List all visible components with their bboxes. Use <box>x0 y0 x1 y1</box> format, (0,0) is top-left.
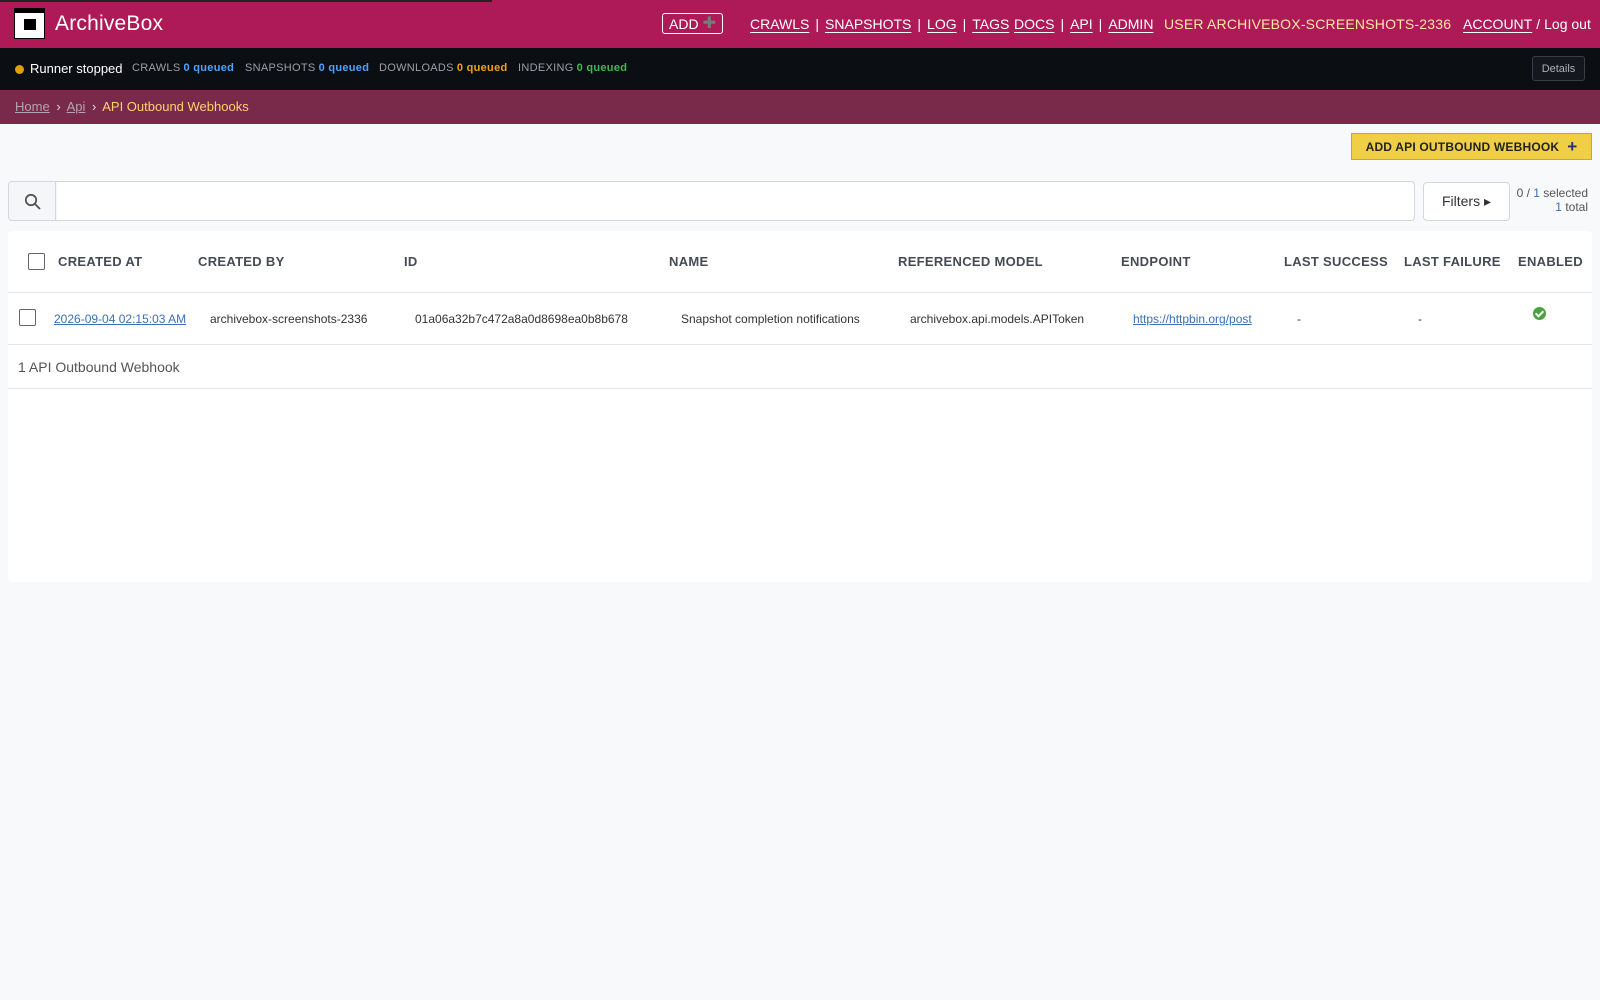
column-created-at[interactable]: CREATED AT <box>58 254 142 269</box>
queue-crawls: CRAWLS 0 queued <box>132 62 235 74</box>
table-header: CREATED AT CREATED BY ID NAME REFERENCED… <box>8 231 1592 293</box>
brand-name: ArchiveBox <box>55 11 164 35</box>
filters-button[interactable]: Filters ▸ <box>1423 182 1510 221</box>
breadcrumb-separator: › <box>91 99 97 114</box>
nav-separator: | <box>917 16 922 32</box>
add-button[interactable]: ADD ✚ <box>662 13 723 34</box>
cell-name: Snapshot completion notifications <box>681 312 860 326</box>
account-link[interactable]: ACCOUNT <box>1463 16 1532 32</box>
breadcrumb-current: API Outbound Webhooks <box>102 99 249 114</box>
add-button-label: ADD <box>669 15 699 32</box>
column-id[interactable]: ID <box>404 254 418 269</box>
docs-nav: DOCS | API | ADMIN <box>1014 0 1153 48</box>
queue-downloads: DOWNLOADS 0 queued <box>379 62 508 74</box>
breadcrumb: Home › Api › API Outbound Webhooks <box>0 90 1600 124</box>
results-panel: CREATED AT CREATED BY ID NAME REFERENCED… <box>8 231 1592 582</box>
nav-api[interactable]: API <box>1070 16 1093 32</box>
cell-created-at: 2026-09-04 02:15:03 AM <box>54 312 186 326</box>
column-referenced-model[interactable]: REFERENCED MODEL <box>898 254 1043 269</box>
account-separator: / <box>1536 16 1541 32</box>
nav-separator: | <box>962 16 967 32</box>
cell-id: 01a06a32b7c472a8a0d8698ea0b8b678 <box>415 312 628 326</box>
user-label: USER ARCHIVEBOX-SCREENSHOTS-2336 <box>1164 16 1452 32</box>
plus-icon: + <box>1567 137 1578 156</box>
row-checkbox[interactable] <box>19 309 36 326</box>
details-button[interactable]: Details <box>1532 56 1585 81</box>
result-count: 1 API Outbound Webhook <box>8 345 1592 389</box>
nav-separator: | <box>1060 16 1065 32</box>
nav-docs[interactable]: DOCS <box>1014 16 1054 32</box>
top-header: ArchiveBox ADD ✚ CRAWLS | SNAPSHOTS | LOG |… <box>0 0 1600 48</box>
brand-link[interactable]: ArchiveBox <box>14 8 163 39</box>
created-at-link[interactable]: 2026-09-04 02:15:03 AM <box>54 312 186 326</box>
archivebox-logo-icon <box>14 8 45 39</box>
column-enabled[interactable]: ENABLED <box>1518 254 1583 269</box>
nav-separator: | <box>1098 16 1103 32</box>
breadcrumb-separator: › <box>56 99 61 114</box>
nav-separator: | <box>815 16 820 32</box>
breadcrumb-api[interactable]: Api <box>67 99 86 114</box>
table-row[interactable]: 2026-09-04 02:15:03 AM archivebox-screen… <box>8 293 1592 345</box>
selected-count-link[interactable]: 1 <box>1533 186 1540 200</box>
endpoint-link[interactable]: https://httpbin.org/post <box>1133 312 1252 326</box>
total-count-link[interactable]: 1 <box>1555 200 1562 214</box>
column-endpoint[interactable]: ENDPOINT <box>1121 254 1191 269</box>
nav-admin[interactable]: ADMIN <box>1108 16 1153 32</box>
column-created-by[interactable]: CREATED BY <box>198 254 285 269</box>
select-all-checkbox[interactable] <box>28 253 45 270</box>
selection-counter: 0 / 1 selected 1 total <box>1516 186 1588 214</box>
queue-indexing: INDEXING 0 queued <box>518 62 628 74</box>
column-name[interactable]: NAME <box>669 254 708 269</box>
account-nav: ACCOUNT / Log out <box>1463 0 1591 48</box>
cell-referenced-model: archivebox.api.models.APIToken <box>910 312 1085 326</box>
queue-snapshots: SNAPSHOTS 0 queued <box>245 62 370 74</box>
status-dot-icon <box>15 65 24 74</box>
nav-crawls[interactable]: CRAWLS <box>750 16 809 32</box>
add-webhook-button[interactable]: ADD API OUTBOUND WEBHOOK + <box>1351 133 1592 160</box>
nav-snapshots[interactable]: SNAPSHOTS <box>825 16 911 32</box>
nav-log[interactable]: LOG <box>927 16 957 32</box>
cell-created-by: archivebox-screenshots-2336 <box>210 312 368 326</box>
nav-tags[interactable]: TAGS <box>972 16 1009 32</box>
column-last-failure[interactable]: LAST FAILURE <box>1404 254 1501 269</box>
plus-icon: ✚ <box>702 14 716 32</box>
logout-link[interactable]: Log out <box>1544 16 1591 32</box>
runner-status: Runner stopped <box>30 61 123 76</box>
column-last-success[interactable]: LAST SUCCESS <box>1284 254 1388 269</box>
search-icon[interactable] <box>9 182 56 220</box>
search-bar <box>8 181 1415 221</box>
breadcrumb-home[interactable]: Home <box>15 99 50 114</box>
worker-status-bar: Runner stopped CRAWLS 0 queued SNAPSHOTS 0… <box>0 48 1600 90</box>
search-input[interactable] <box>57 182 1414 220</box>
check-circle-icon <box>1533 307 1546 320</box>
cell-last-failure: - <box>1418 312 1422 326</box>
cell-endpoint: https://httpbin.org/post <box>1133 312 1252 326</box>
main-nav: CRAWLS | SNAPSHOTS | LOG | TAGS <box>750 0 1009 48</box>
cell-last-success: - <box>1297 312 1301 326</box>
add-webhook-label: ADD API OUTBOUND WEBHOOK <box>1365 139 1560 154</box>
loading-progress-bar <box>0 0 492 2</box>
